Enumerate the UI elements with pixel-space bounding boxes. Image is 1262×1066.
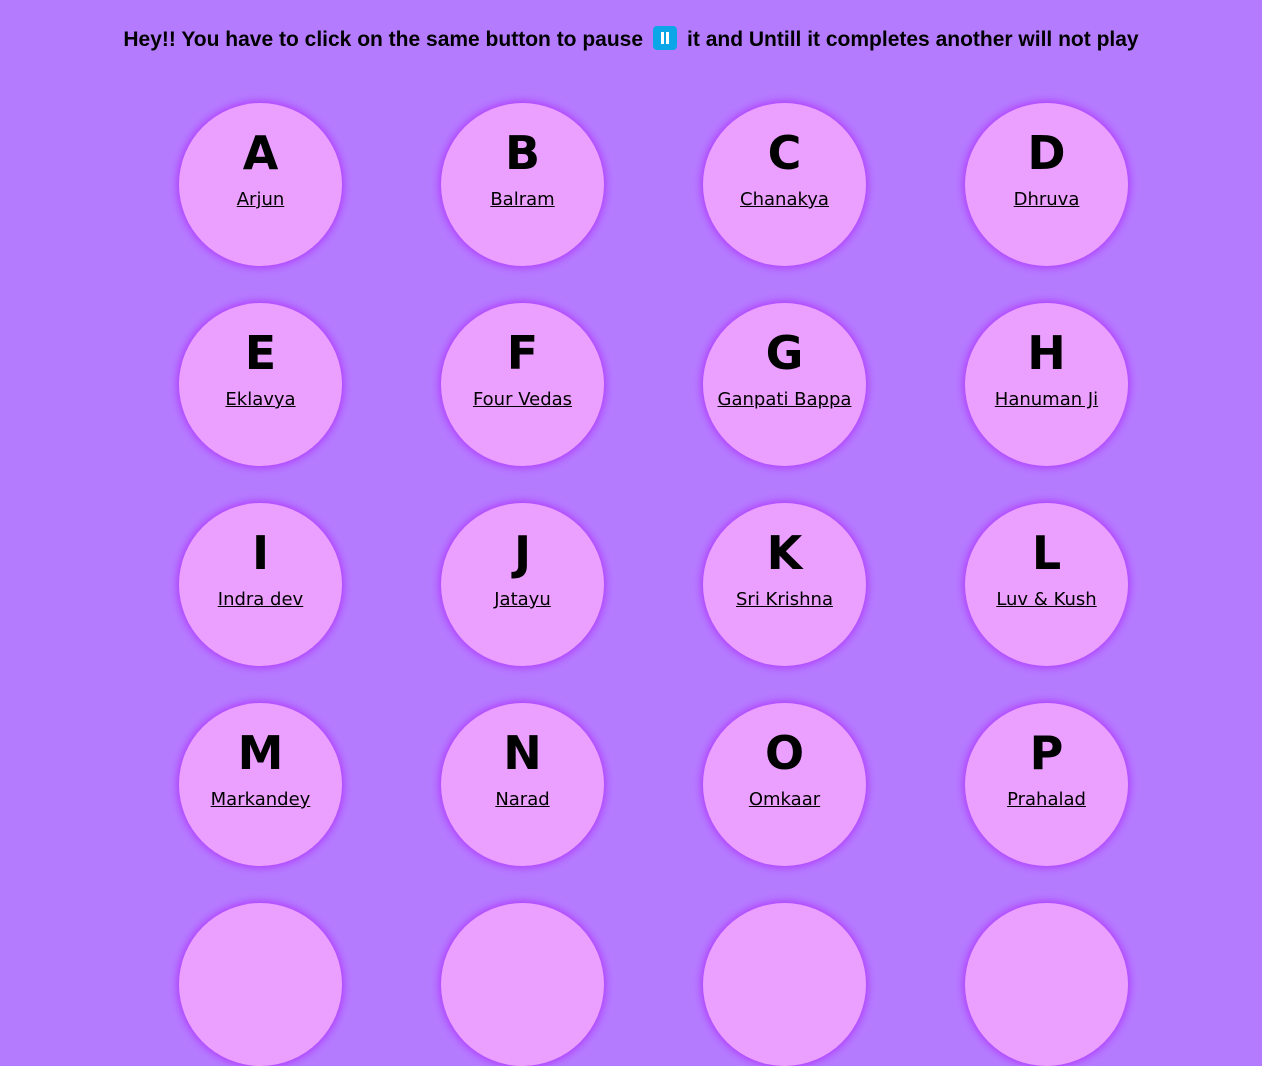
- drum-letter: L: [1031, 526, 1062, 580]
- drum-letter: A: [242, 126, 279, 180]
- drum-name-link[interactable]: Four Vedas: [473, 389, 572, 410]
- drum-pad-grid: A Arjun B Balram C Chanakya D Dhruva E E…: [179, 103, 1129, 1066]
- drum-letter: G: [765, 326, 804, 380]
- drum-letter: J: [513, 526, 532, 580]
- drum-button-partial[interactable]: [441, 903, 604, 1066]
- drum-button-m[interactable]: M Markandey: [179, 703, 342, 866]
- drum-name-link[interactable]: Jatayu: [494, 589, 551, 610]
- drum-name-link[interactable]: Hanuman Ji: [995, 389, 1098, 410]
- drum-button-b[interactable]: B Balram: [441, 103, 604, 266]
- drum-name-link[interactable]: Balram: [490, 189, 554, 210]
- drum-button-partial[interactable]: [179, 903, 342, 1066]
- instruction-text-start: Hey!! You have to click on the same butt…: [123, 28, 644, 51]
- drum-button-o[interactable]: O Omkaar: [703, 703, 866, 866]
- drum-name-link[interactable]: Indra dev: [218, 589, 303, 610]
- drum-button-k[interactable]: K Sri Krishna: [703, 503, 866, 666]
- drum-letter: N: [503, 726, 542, 780]
- drum-button-d[interactable]: D Dhruva: [965, 103, 1128, 266]
- drum-name-link[interactable]: Ganpati Bappa: [718, 389, 852, 410]
- drum-button-l[interactable]: L Luv & Kush: [965, 503, 1128, 666]
- drum-letter: P: [1029, 726, 1064, 780]
- drum-name-link[interactable]: Dhruva: [1014, 189, 1080, 210]
- drum-letter: O: [764, 726, 805, 780]
- drum-letter: E: [244, 326, 277, 380]
- drum-button-a[interactable]: A Arjun: [179, 103, 342, 266]
- drum-letter: D: [1027, 126, 1066, 180]
- drum-button-c[interactable]: C Chanakya: [703, 103, 866, 266]
- drum-button-p[interactable]: P Prahalad: [965, 703, 1128, 866]
- drum-button-f[interactable]: F Four Vedas: [441, 303, 604, 466]
- drum-name-link[interactable]: Sri Krishna: [736, 589, 833, 610]
- drum-letter: K: [766, 526, 803, 580]
- drum-button-n[interactable]: N Narad: [441, 703, 604, 866]
- drum-name-link[interactable]: Arjun: [237, 189, 285, 210]
- drum-letter: C: [767, 126, 802, 180]
- drum-name-link[interactable]: Chanakya: [740, 189, 829, 210]
- drum-letter: F: [506, 326, 539, 380]
- drum-button-g[interactable]: G Ganpati Bappa: [703, 303, 866, 466]
- drum-name-link[interactable]: Prahalad: [1007, 789, 1086, 810]
- drum-letter: M: [237, 726, 284, 780]
- drum-button-partial[interactable]: [703, 903, 866, 1066]
- drum-button-j[interactable]: J Jatayu: [441, 503, 604, 666]
- drum-name-link[interactable]: Omkaar: [749, 789, 820, 810]
- drum-letter: B: [504, 126, 541, 180]
- drum-button-e[interactable]: E Eklavya: [179, 303, 342, 466]
- drum-button-i[interactable]: I Indra dev: [179, 503, 342, 666]
- instruction-text-end: it and Untill it completes another will …: [687, 28, 1139, 51]
- drum-name-link[interactable]: Markandey: [211, 789, 311, 810]
- drum-name-link[interactable]: Eklavya: [225, 389, 295, 410]
- drum-letter: I: [251, 526, 270, 580]
- pause-icon: [653, 26, 678, 50]
- drum-name-link[interactable]: Narad: [495, 789, 549, 810]
- drum-letter: H: [1027, 326, 1066, 380]
- instruction-banner: Hey!! You have to click on the same butt…: [0, 26, 1262, 52]
- drum-button-partial[interactable]: [965, 903, 1128, 1066]
- drum-name-link[interactable]: Luv & Kush: [996, 589, 1096, 610]
- drum-button-h[interactable]: H Hanuman Ji: [965, 303, 1128, 466]
